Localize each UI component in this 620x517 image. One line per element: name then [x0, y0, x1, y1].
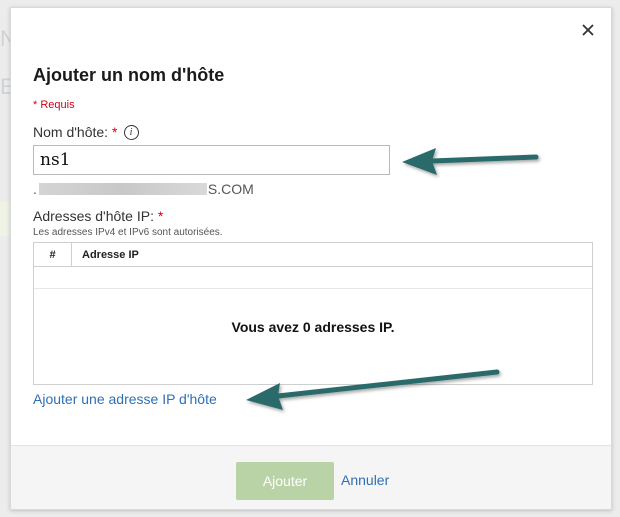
hostname-label-text: Nom d'hôte: — [33, 124, 109, 140]
close-icon[interactable] — [580, 22, 596, 38]
add-ip-address-link[interactable]: Ajouter une adresse IP d'hôte — [33, 391, 217, 407]
table-header: # Adresse IP — [34, 243, 592, 267]
cancel-button[interactable]: Annuler — [341, 472, 389, 488]
required-star: * — [112, 124, 118, 140]
ip-addresses-hint: Les adresses IPv4 et IPv6 sont autorisée… — [33, 227, 223, 238]
ip-addresses-table: # Adresse IP Vous avez 0 adresses IP. — [33, 242, 593, 385]
domain-prefix: . — [33, 181, 37, 197]
column-header-number: # — [34, 243, 72, 266]
add-button[interactable]: Ajouter — [236, 462, 334, 500]
dialog-footer: Ajouter Annuler — [11, 445, 611, 509]
ip-addresses-label: Adresses d'hôte IP: * — [33, 208, 163, 224]
table-spacer-row — [34, 267, 592, 289]
dialog-title: Ajouter un nom d'hôte — [33, 65, 225, 85]
required-star: * — [157, 208, 164, 224]
add-hostname-dialog: Ajouter un nom d'hôte * Requis Nom d'hôt… — [10, 7, 612, 510]
empty-ip-message: Vous avez 0 adresses IP. — [231, 319, 395, 335]
hostname-input[interactable] — [33, 145, 390, 175]
column-header-ip: Adresse IP — [82, 248, 139, 261]
info-icon[interactable]: i — [123, 124, 139, 140]
hostname-label: Nom d'hôte: * i — [33, 124, 139, 140]
required-note: * Requis — [33, 99, 75, 111]
redacted-domain — [38, 183, 207, 195]
domain-tld: S.COM — [207, 181, 254, 197]
ip-addresses-label-text: Adresses d'hôte IP: — [33, 208, 154, 224]
domain-suffix: . S.COM — [33, 181, 254, 197]
